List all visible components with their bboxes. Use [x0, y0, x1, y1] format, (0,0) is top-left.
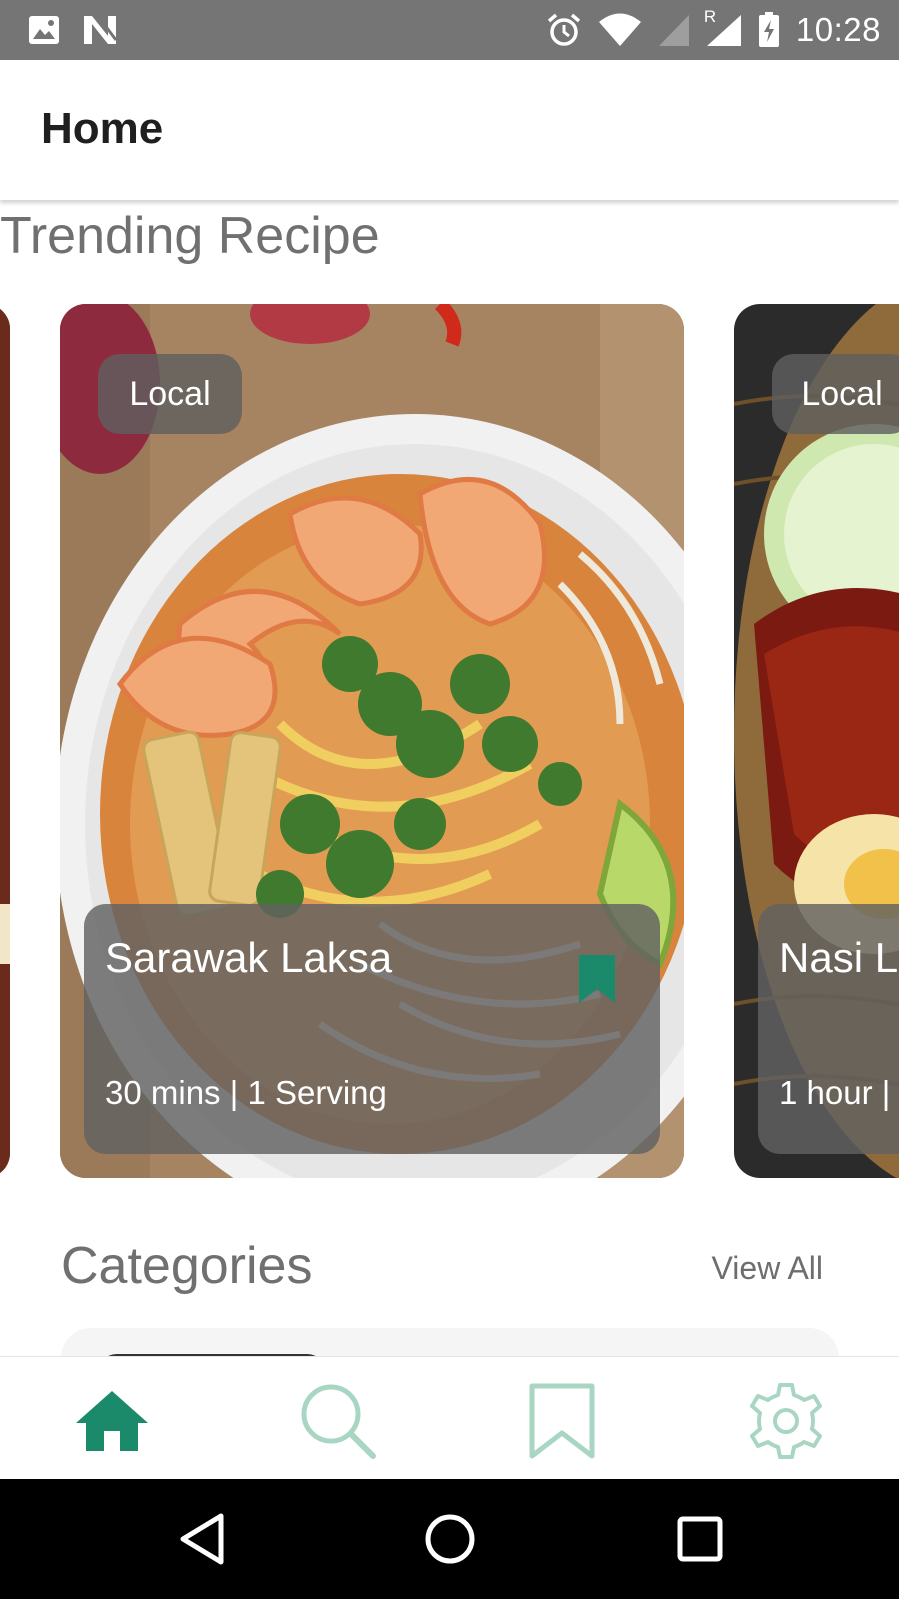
bottom-nav [0, 1356, 899, 1479]
recipe-tag: Local [772, 354, 899, 434]
signal-roaming: R [704, 7, 742, 47]
recipe-card-next[interactable]: Local Nasi L 1 hour | [734, 304, 899, 1178]
image-icon [29, 16, 59, 44]
signal-icon [658, 15, 689, 46]
nav-home[interactable] [72, 1381, 152, 1461]
battery-charging-icon [758, 12, 779, 47]
nav-search[interactable] [298, 1381, 378, 1461]
home-icon [76, 1391, 148, 1451]
recipe-meta: 30 mins | 1 Serving [105, 1074, 387, 1111]
system-home-button[interactable] [420, 1509, 480, 1569]
nav-settings[interactable] [746, 1381, 826, 1461]
recipe-card[interactable]: Local Sarawak Laksa 30 mins | 1 Serving [60, 304, 684, 1178]
recipe-name: Sarawak Laksa [105, 934, 393, 981]
recipe-image-previous [0, 304, 10, 1178]
wifi-icon [598, 13, 641, 46]
n-notification-icon [84, 15, 118, 44]
back-icon [180, 1513, 224, 1565]
recipe-card-previous[interactable] [0, 304, 10, 1178]
recipe-meta: 1 hour | [779, 1074, 891, 1111]
nav-bookmark[interactable] [522, 1381, 602, 1461]
recipe-tag: Local [98, 354, 242, 434]
home-circle-icon [425, 1514, 475, 1564]
settings-icon [750, 1383, 822, 1459]
bookmark-filled-icon[interactable] [578, 954, 616, 1004]
alarm-icon [547, 13, 581, 46]
system-recents-button[interactable] [670, 1509, 730, 1569]
search-icon [301, 1384, 376, 1459]
recipe-info-panel: Sarawak Laksa 30 mins | 1 Serving [84, 904, 660, 1154]
status-right: R 10:28 [546, 7, 881, 50]
status-bar: R 10:28 [0, 0, 899, 60]
recipe-name: Nasi L [779, 934, 899, 981]
recents-icon [677, 1516, 723, 1562]
page-title: Home [41, 104, 164, 153]
status-time: 10:28 [795, 11, 881, 48]
roaming-label: R [703, 7, 717, 26]
system-back-button[interactable] [172, 1509, 232, 1569]
bookmark-icon [529, 1383, 595, 1459]
app-bar: Home [0, 60, 899, 200]
recipe-info-panel: Nasi L 1 hour | [758, 904, 899, 1154]
trending-recipe-title: Trending Recipe [0, 207, 380, 265]
status-left [28, 14, 118, 46]
view-all-link[interactable]: View All [712, 1250, 823, 1287]
system-nav-bar [0, 1479, 899, 1599]
categories-title: Categories [61, 1237, 313, 1295]
